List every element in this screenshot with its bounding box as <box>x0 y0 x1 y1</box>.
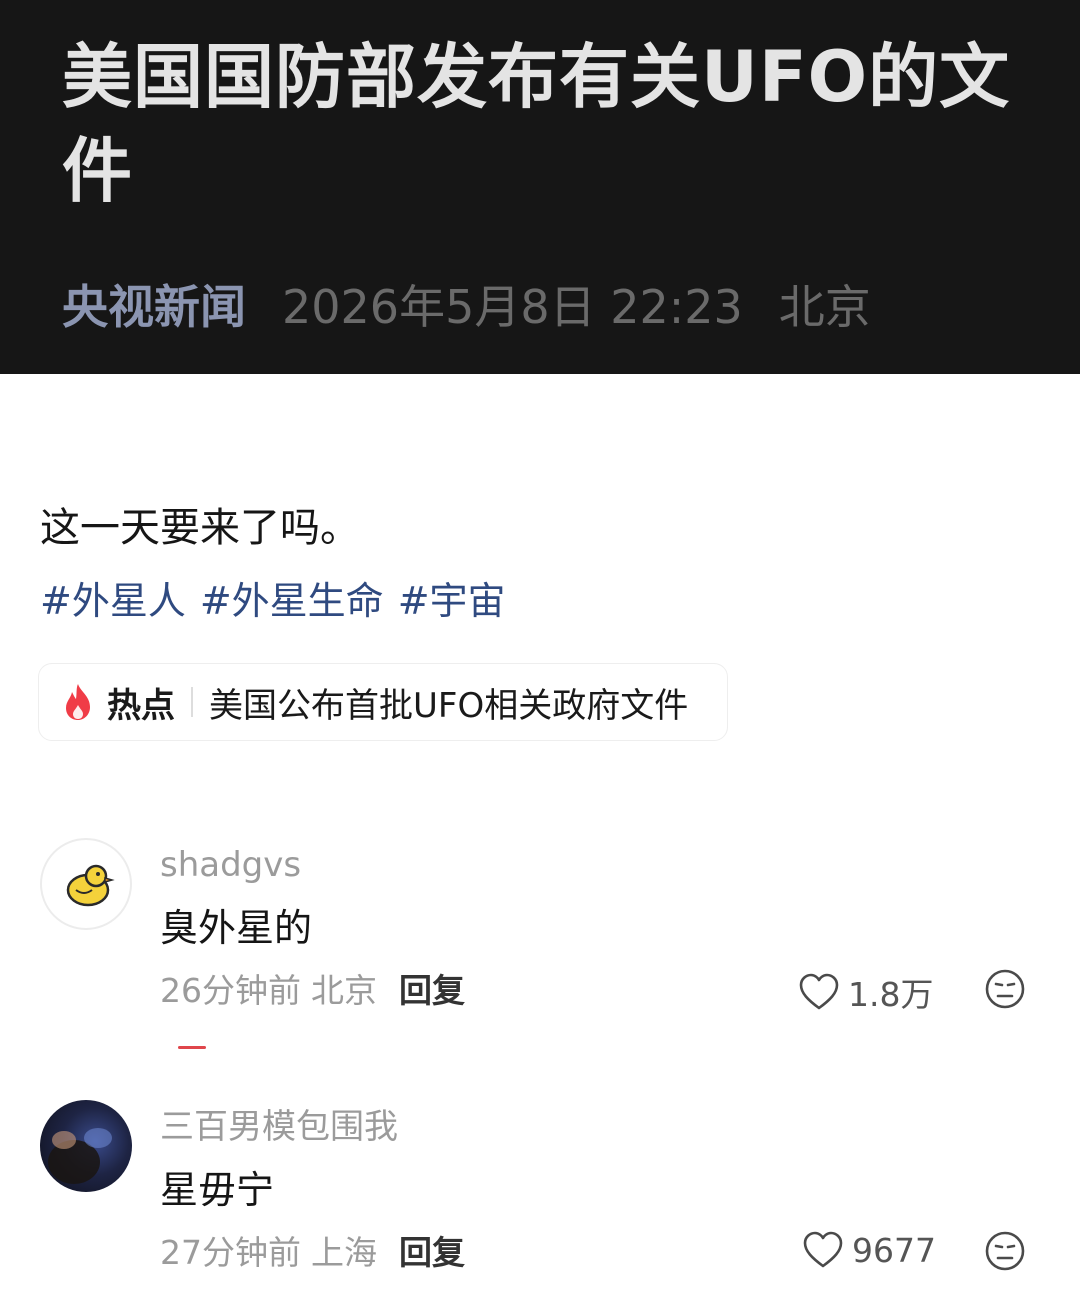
reply-button[interactable]: 回复 <box>399 1230 465 1276</box>
comment-location: 上海 <box>311 1233 377 1272</box>
hashtag-list: #外星人 #外星生命 #宇宙 <box>40 574 506 628</box>
avatar[interactable] <box>40 838 132 930</box>
hashtag-link[interactable]: #外星人 <box>40 574 186 628</box>
comment-time: 26分钟前 <box>160 971 301 1010</box>
news-source: 央视新闻 <box>62 280 246 334</box>
hashtag-link[interactable]: #外星生命 <box>200 574 384 628</box>
reply-button[interactable]: 回复 <box>399 968 465 1014</box>
divider-mark <box>178 1046 206 1049</box>
dislike-emoji-icon[interactable] <box>984 1230 1026 1272</box>
comment-username[interactable]: 三百男模包围我 <box>160 1104 398 1150</box>
comment-username[interactable]: shadgvs <box>160 842 301 888</box>
comment-item: shadgvs 臭外星的 26分钟前 北京 回复 1.8万 <box>0 838 1080 1038</box>
dark-photo-avatar <box>48 1128 112 1184</box>
news-location: 北京 <box>778 280 871 334</box>
news-time: 2026年5月8日 22:23 <box>282 280 743 334</box>
heart-icon <box>798 972 840 1012</box>
like-count: 1.8万 <box>848 975 934 1014</box>
comment-item: 三百男模包围我 星毋宁 27分钟前 上海 回复 9677 <box>0 1100 1080 1296</box>
news-card[interactable]: 美国国防部发布有关UFO的文件 央视新闻 2026年5月8日 22:23 北京 <box>0 0 1080 374</box>
news-meta: 央视新闻 2026年5月8日 22:23 北京 <box>62 272 871 336</box>
heart-icon <box>802 1230 844 1270</box>
post-detail-page: 美国国防部发布有关UFO的文件 央视新闻 2026年5月8日 22:23 北京 … <box>0 0 1080 1296</box>
comment-meta: 26分钟前 北京 回复 <box>160 968 465 1014</box>
comment-location: 北京 <box>311 971 377 1010</box>
hashtag-link[interactable]: #宇宙 <box>398 574 506 628</box>
post-text: 这一天要来了吗。 <box>40 505 360 551</box>
hot-label: 热点 <box>107 685 175 726</box>
news-title: 美国国防部发布有关UFO的文件 <box>62 36 1011 212</box>
hot-topic-chip[interactable]: 热点 美国公布首批UFO相关政府文件 <box>38 663 728 741</box>
like-count: 9677 <box>852 1230 936 1270</box>
avatar[interactable] <box>40 1100 132 1192</box>
like-button[interactable]: 9677 <box>802 1230 936 1270</box>
comment-meta: 27分钟前 上海 回复 <box>160 1230 465 1276</box>
comment-time: 27分钟前 <box>160 1233 301 1272</box>
chip-divider <box>191 687 193 717</box>
comment-text: 星毋宁 <box>160 1168 275 1212</box>
dislike-emoji-icon[interactable] <box>984 968 1026 1010</box>
hot-topic-text: 美国公布首批UFO相关政府文件 <box>209 685 689 726</box>
flame-icon <box>63 683 93 721</box>
comment-text: 臭外星的 <box>160 906 313 950</box>
yellow-duck-avatar <box>66 864 115 907</box>
like-button[interactable]: 1.8万 <box>798 968 933 1016</box>
